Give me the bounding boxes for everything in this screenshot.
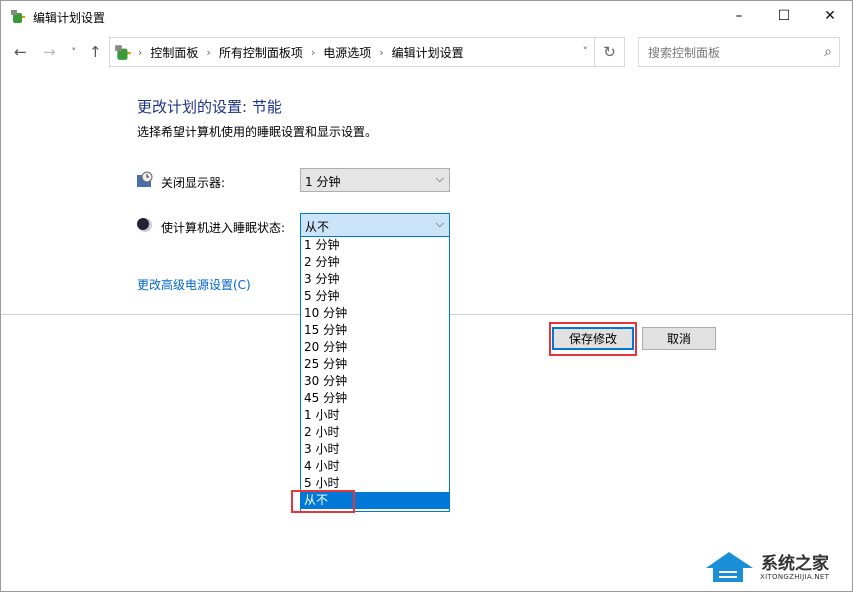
breadcrumb-separator-icon: › [138, 45, 143, 59]
breadcrumb-separator-icon: › [206, 45, 211, 59]
sleep-option[interactable]: 4 小时 [301, 458, 449, 475]
title-bar: 编辑计划设置 – ☐ ✕ [1, 1, 852, 33]
window: 编辑计划设置 – ☐ ✕ ← → ˅ ↑ › 控制面板 › 所有控制面板项 › … [0, 0, 853, 592]
minimize-button[interactable]: – [716, 1, 762, 31]
window-title: 编辑计划设置 [33, 11, 106, 25]
sleep-select[interactable]: 从不 ⌵ [300, 213, 450, 237]
sleep-option[interactable]: 45 分钟 [301, 390, 449, 407]
search-placeholder: 搜索控制面板 [648, 45, 721, 60]
page-title: 更改计划的设置: 节能 [137, 98, 282, 116]
monitor-clock-icon [137, 171, 153, 187]
sleep-label: 使计算机进入睡眠状态: [161, 221, 286, 235]
sleep-option[interactable]: 25 分钟 [301, 356, 449, 373]
sleep-option[interactable]: 5 分钟 [301, 288, 449, 305]
cancel-button[interactable]: 取消 [642, 327, 716, 350]
search-input[interactable]: 搜索控制面板 ⌕ [638, 37, 840, 67]
search-icon[interactable]: ⌕ [824, 44, 832, 60]
breadcrumb-control-panel[interactable]: 控制面板 [150, 44, 198, 61]
forward-arrow-icon[interactable]: → [43, 43, 56, 61]
address-dropdown-icon[interactable]: ˅ [583, 45, 589, 58]
sleep-moon-icon [137, 218, 152, 232]
sleep-option[interactable]: 10 分钟 [301, 305, 449, 322]
sleep-options-list[interactable]: 1 分钟 2 分钟 3 分钟 5 分钟 10 分钟 15 分钟 20 分钟 25 分钟 30 分… [300, 237, 450, 512]
display-off-select[interactable]: 1 分钟 ⌵ [300, 168, 450, 192]
power-options-icon [11, 10, 25, 23]
advanced-power-settings-link[interactable]: 更改高级电源设置(C) [137, 276, 251, 293]
sleep-option[interactable]: 2 小时 [301, 424, 449, 441]
breadcrumb-separator-icon: › [310, 45, 316, 59]
breadcrumb-separator-icon: › [379, 45, 384, 59]
breadcrumb-all-items[interactable]: 所有控制面板项 [219, 44, 303, 61]
navigation-bar: ← → ˅ ↑ › 控制面板 › 所有控制面板项 › 电源选项 › 编辑计划设置… [1, 37, 852, 69]
sleep-option[interactable]: 1 小时 [301, 407, 449, 424]
close-button[interactable]: ✕ [807, 1, 853, 31]
watermark-name: 系统之家 [761, 554, 829, 574]
recent-locations-chevron-icon[interactable]: ˅ [71, 46, 77, 59]
chevron-down-icon: ⌵ [435, 172, 444, 185]
breadcrumb-power-options[interactable]: 电源选项 [323, 44, 371, 61]
sleep-option[interactable]: 3 小时 [301, 441, 449, 458]
back-arrow-icon[interactable]: ← [14, 43, 27, 61]
sleep-option[interactable]: 1 分钟 [301, 237, 449, 254]
chevron-down-icon: ⌵ [435, 217, 444, 230]
page-description: 选择希望计算机使用的睡眠设置和显示设置。 [137, 125, 378, 139]
highlight-box-save [549, 322, 637, 356]
sleep-option[interactable]: 3 分钟 [301, 271, 449, 288]
sleep-value: 从不 [305, 220, 330, 234]
sleep-option[interactable]: 20 分钟 [301, 339, 449, 356]
sleep-option[interactable]: 2 分钟 [301, 254, 449, 271]
maximize-button[interactable]: ☐ [761, 1, 807, 31]
sleep-option[interactable]: 30 分钟 [301, 373, 449, 390]
highlight-box-never [291, 490, 355, 513]
sleep-option[interactable]: 15 分钟 [301, 322, 449, 339]
refresh-button[interactable]: ↻ [595, 37, 625, 67]
up-arrow-icon[interactable]: ↑ [89, 43, 102, 61]
power-options-icon [115, 45, 131, 60]
address-bar[interactable]: › 控制面板 › 所有控制面板项 › 电源选项 › 编辑计划设置 ˅ [109, 37, 595, 67]
watermark-url: XITONGZHIJIA.NET [760, 573, 830, 581]
breadcrumb-edit-plan[interactable]: 编辑计划设置 [392, 44, 464, 61]
display-off-label: 关闭显示器: [161, 176, 226, 190]
display-off-value: 1 分钟 [305, 175, 341, 189]
